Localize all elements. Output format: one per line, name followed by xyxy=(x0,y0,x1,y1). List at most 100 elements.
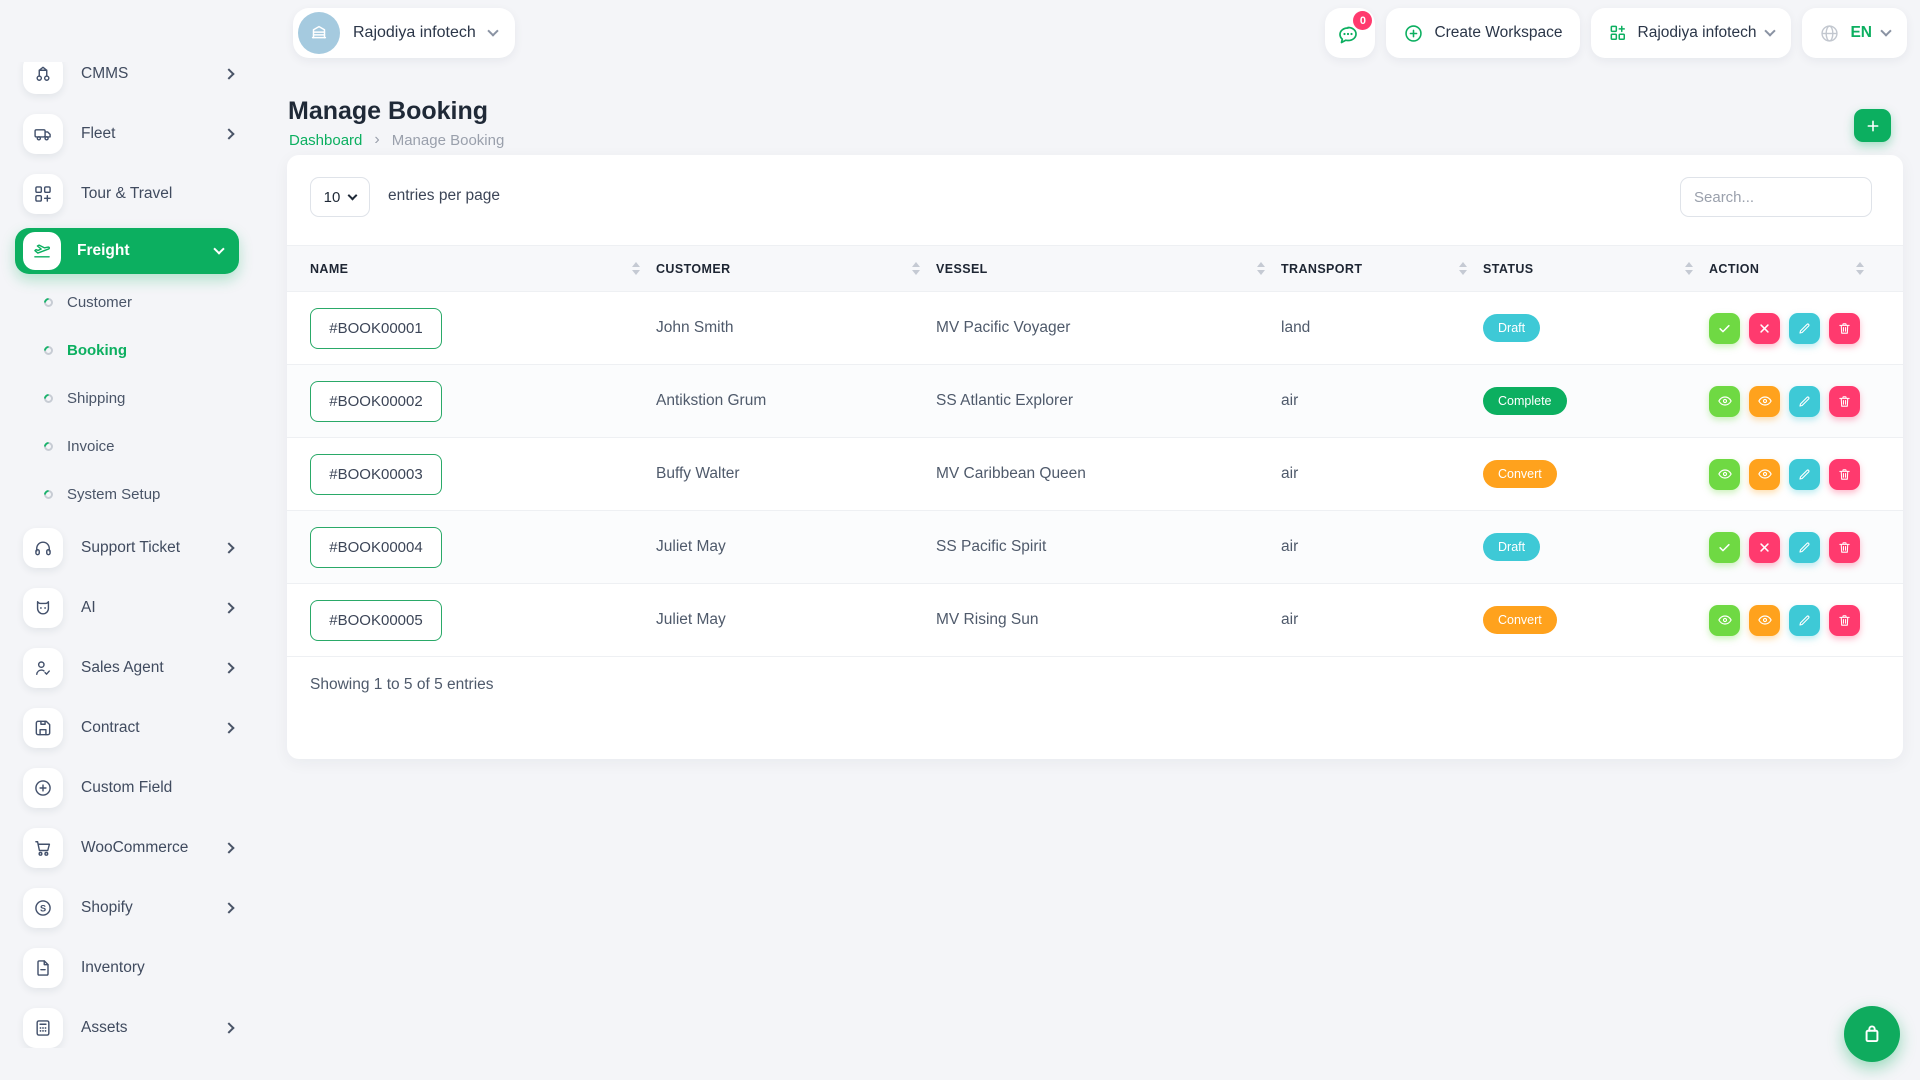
customer-cell: Antikstion Grum xyxy=(656,392,936,410)
sidebar-item-woocommerce[interactable]: WooCommerce xyxy=(0,818,255,878)
sidebar-subitem-label: Invoice xyxy=(67,438,115,455)
edit-button[interactable] xyxy=(1789,605,1820,636)
preview-button[interactable] xyxy=(1749,605,1780,636)
sidebar-item-freight[interactable]: Freight xyxy=(15,228,239,274)
calculator-icon xyxy=(23,1008,63,1048)
chevron-down-icon xyxy=(1880,25,1891,36)
delete-button[interactable] xyxy=(1829,386,1860,417)
transport-cell: air xyxy=(1281,465,1483,483)
sidebar-item-label: Inventory xyxy=(81,959,233,977)
sidebar-subitem-shipping[interactable]: Shipping xyxy=(0,374,255,422)
delete-button[interactable] xyxy=(1829,459,1860,490)
column-header-action[interactable]: ACTION xyxy=(1709,262,1880,276)
customer-cell: Juliet May xyxy=(656,538,936,556)
reject-button[interactable] xyxy=(1749,313,1780,344)
pencil-icon xyxy=(1797,613,1812,628)
sidebar-item-label: Shopify xyxy=(81,899,225,917)
column-header-name[interactable]: NAME xyxy=(310,262,656,276)
check-icon xyxy=(1717,321,1732,336)
pencil-icon xyxy=(1797,467,1812,482)
edit-button[interactable] xyxy=(1789,532,1820,563)
row-actions xyxy=(1709,532,1880,563)
company-menu[interactable]: Rajodiya infotech xyxy=(1591,8,1792,58)
bullet-icon xyxy=(42,392,55,405)
approve-button[interactable] xyxy=(1709,313,1740,344)
reject-button[interactable] xyxy=(1749,532,1780,563)
booking-number-link[interactable]: #BOOK00002 xyxy=(310,381,442,422)
company-name: Rajodiya infotech xyxy=(1638,24,1757,42)
sidebar-item-contract[interactable]: Contract xyxy=(0,698,255,758)
language-menu[interactable]: EN xyxy=(1802,8,1907,58)
view-button[interactable] xyxy=(1709,386,1740,417)
sidebar-item-assets[interactable]: Assets xyxy=(0,998,255,1048)
breadcrumb-dashboard-link[interactable]: Dashboard xyxy=(289,132,362,149)
booking-number-link[interactable]: #BOOK00004 xyxy=(310,527,442,568)
approve-button[interactable] xyxy=(1709,532,1740,563)
entries-per-page-select[interactable]: 10 xyxy=(310,177,370,217)
add-booking-button[interactable] xyxy=(1854,109,1891,142)
booking-number-link[interactable]: #BOOK00001 xyxy=(310,308,442,349)
topbar-actions: 0 Create Workspace Rajodiya infotech EN xyxy=(1325,8,1907,58)
preview-button[interactable] xyxy=(1749,386,1780,417)
person-check-icon xyxy=(23,648,63,688)
sidebar-item-ai[interactable]: AI xyxy=(0,578,255,638)
sidebar-item-label: Fleet xyxy=(81,125,225,143)
chevron-down-icon xyxy=(487,25,498,36)
sidebar-item-shopify[interactable]: S Shopify xyxy=(0,878,255,938)
freight-plane-icon xyxy=(23,232,61,270)
view-button[interactable] xyxy=(1709,459,1740,490)
sidebar-subitem-customer[interactable]: Customer xyxy=(0,278,255,326)
sort-icon xyxy=(1257,262,1265,275)
cart-fab-button[interactable] xyxy=(1844,1006,1900,1062)
sidebar-item-sales-agent[interactable]: Sales Agent xyxy=(0,638,255,698)
chevron-right-icon xyxy=(223,842,234,853)
sort-icon xyxy=(1459,262,1467,275)
shopify-icon: S xyxy=(23,888,63,928)
pencil-icon xyxy=(1797,321,1812,336)
sidebar-subitem-invoice[interactable]: Invoice xyxy=(0,422,255,470)
bullet-icon xyxy=(42,440,55,453)
sidebar-subitem-booking[interactable]: Booking xyxy=(0,326,255,374)
column-header-label: TRANSPORT xyxy=(1281,262,1362,276)
column-header-customer[interactable]: CUSTOMER xyxy=(656,262,936,276)
booking-number-link[interactable]: #BOOK00005 xyxy=(310,600,442,641)
sidebar-item-support-ticket[interactable]: Support Ticket xyxy=(0,518,255,578)
globe-icon xyxy=(1819,23,1840,44)
workspace-switcher[interactable]: Rajodiya infotech xyxy=(293,8,515,58)
delete-button[interactable] xyxy=(1829,313,1860,344)
sidebar-item-label: CMMS xyxy=(81,65,225,83)
eye-icon xyxy=(1757,612,1773,628)
circle-plus-icon xyxy=(1403,23,1424,44)
sidebar-subitem-system-setup[interactable]: System Setup xyxy=(0,470,255,518)
eye-icon xyxy=(1757,466,1773,482)
sidebar-item-label: Freight xyxy=(77,242,215,260)
delete-button[interactable] xyxy=(1829,605,1860,636)
delete-button[interactable] xyxy=(1829,532,1860,563)
preview-button[interactable] xyxy=(1749,459,1780,490)
sort-icon xyxy=(632,262,640,275)
customer-cell: Buffy Walter xyxy=(656,465,936,483)
sidebar-item-custom-field[interactable]: Custom Field xyxy=(0,758,255,818)
edit-button[interactable] xyxy=(1789,313,1820,344)
search-input[interactable] xyxy=(1680,177,1872,217)
messages-button[interactable]: 0 xyxy=(1325,8,1375,58)
breadcrumb-separator-icon: › xyxy=(374,131,379,149)
column-header-transport[interactable]: TRANSPORT xyxy=(1281,262,1483,276)
table-row: #BOOK00005 Juliet May MV Rising Sun air … xyxy=(287,584,1903,657)
sidebar-item-fleet[interactable]: Fleet xyxy=(0,104,255,164)
sidebar-item-tour-travel[interactable]: Tour & Travel xyxy=(0,164,255,224)
grid-plus-icon xyxy=(1608,23,1628,43)
column-header-vessel[interactable]: VESSEL xyxy=(936,262,1281,276)
edit-button[interactable] xyxy=(1789,386,1820,417)
view-button[interactable] xyxy=(1709,605,1740,636)
column-header-status[interactable]: STATUS xyxy=(1483,262,1709,276)
cart-icon xyxy=(23,828,63,868)
check-icon xyxy=(1717,540,1732,555)
booking-number-link[interactable]: #BOOK00003 xyxy=(310,454,442,495)
column-header-label: VESSEL xyxy=(936,262,988,276)
trash-icon xyxy=(1837,321,1852,336)
create-workspace-button[interactable]: Create Workspace xyxy=(1386,8,1579,58)
chevron-right-icon xyxy=(223,128,234,139)
edit-button[interactable] xyxy=(1789,459,1820,490)
sidebar-item-inventory[interactable]: Inventory xyxy=(0,938,255,998)
